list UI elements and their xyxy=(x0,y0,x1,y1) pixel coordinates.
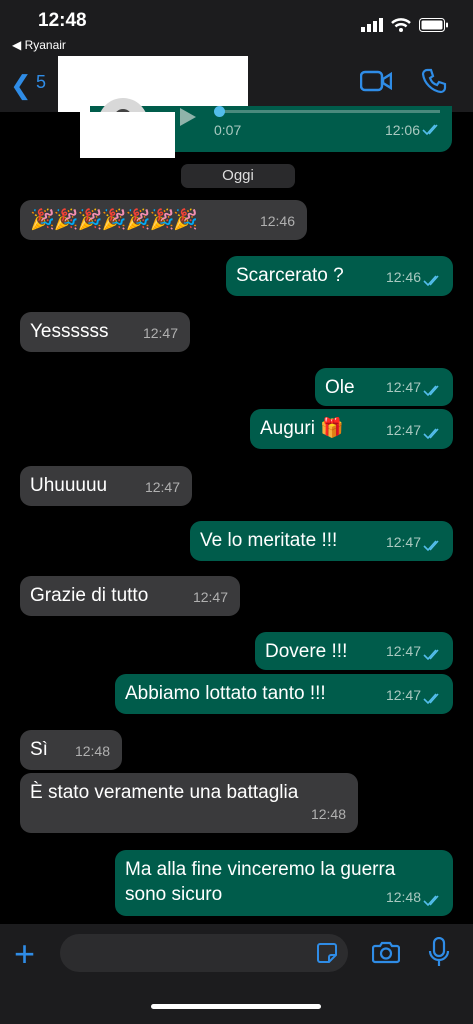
voice-duration: 0:07 xyxy=(214,122,242,138)
microphone-icon[interactable] xyxy=(428,937,450,967)
voice-call-button[interactable] xyxy=(421,68,447,99)
message-text: Ma alla fine vinceremo la guerra xyxy=(125,859,396,880)
message-text: È stato veramente una battaglia xyxy=(30,782,299,803)
status-bar: 12:48 ◀ Ryanair xyxy=(0,0,473,56)
message-bubble-incoming[interactable]: Yessssss 12:47 xyxy=(20,312,190,352)
message-text: Sì xyxy=(30,739,48,760)
home-indicator[interactable] xyxy=(151,1004,321,1009)
message-time: 12:47 xyxy=(144,479,180,495)
status-icons xyxy=(361,18,449,32)
message-bubble-incoming[interactable]: È stato veramente una battaglia 12:48 xyxy=(20,773,358,833)
message-time: 12:47 xyxy=(385,422,421,438)
message-bubble-outgoing[interactable]: Auguri 🎁 12:47 xyxy=(250,409,453,449)
message-composer: + xyxy=(0,924,473,1024)
read-receipt-icon xyxy=(423,649,439,661)
message-text: Abbiamo lottato tanto !!! xyxy=(125,683,326,704)
message-list[interactable]: 0:07 12:06 Oggi 🎉🎉🎉🎉🎉🎉🎉 12:46 Scarcerato… xyxy=(0,98,473,924)
message-text: Ole xyxy=(325,377,355,398)
message-time: 12:46 xyxy=(259,213,295,229)
message-bubble-incoming[interactable]: Sì 12:48 xyxy=(20,730,122,770)
unread-count[interactable]: 5 xyxy=(36,72,46,93)
message-time: 12:48 xyxy=(74,743,110,759)
redacted-contact-name xyxy=(58,56,248,112)
message-bubble-incoming[interactable]: Uhuuuuu 12:47 xyxy=(20,466,192,506)
message-text: Uhuuuuu xyxy=(30,475,108,496)
message-time: 12:46 xyxy=(385,269,421,285)
message-bubble-outgoing[interactable]: Abbiamo lottato tanto !!! 12:47 xyxy=(115,674,453,714)
back-chevron-icon[interactable]: ❮ xyxy=(10,70,32,101)
message-text: Grazie di tutto xyxy=(30,585,149,606)
play-icon[interactable] xyxy=(176,106,198,128)
battery-icon xyxy=(419,18,448,32)
message-time: 12:48 xyxy=(385,889,421,905)
wifi-icon xyxy=(391,18,411,32)
message-bubble-incoming[interactable]: Grazie di tutto 12:47 xyxy=(20,576,240,616)
message-bubble-outgoing[interactable]: Ve lo meritate !!! 12:47 xyxy=(190,521,453,561)
plus-icon[interactable]: + xyxy=(14,936,35,972)
message-bubble-outgoing[interactable]: Ma alla fine vinceremo la guerra sono si… xyxy=(115,850,453,916)
message-time: 12:47 xyxy=(192,589,228,605)
message-text: Dovere !!! xyxy=(265,641,348,662)
phone-icon xyxy=(421,68,447,94)
message-time: 12:47 xyxy=(385,379,421,395)
camera-icon[interactable] xyxy=(372,940,400,964)
clock: 12:48 xyxy=(38,10,87,31)
message-text: 🎉🎉🎉🎉🎉🎉🎉 xyxy=(30,209,198,231)
message-text: Yessssss xyxy=(30,321,109,342)
message-bubble-outgoing[interactable]: Dovere !!! 12:47 xyxy=(255,632,453,670)
message-text-line2: sono sicuro xyxy=(125,884,223,905)
message-time: 12:47 xyxy=(385,643,421,659)
message-text: Scarcerato ? xyxy=(236,265,344,286)
back-to-app-link[interactable]: ◀ Ryanair xyxy=(12,38,66,52)
message-bubble-incoming[interactable]: 🎉🎉🎉🎉🎉🎉🎉 12:46 xyxy=(20,200,307,240)
signal-icon xyxy=(361,18,383,32)
video-call-button[interactable] xyxy=(359,70,393,97)
message-bubble-outgoing[interactable]: Ole 12:47 xyxy=(315,368,453,406)
read-receipt-icon xyxy=(423,895,439,907)
read-receipt-icon xyxy=(423,540,439,552)
message-time: 12:06 xyxy=(384,122,420,138)
message-time: 12:48 xyxy=(310,806,346,822)
voice-progress-knob[interactable] xyxy=(214,106,225,117)
message-input[interactable] xyxy=(60,934,348,972)
read-receipt-icon xyxy=(423,693,439,705)
message-time: 12:47 xyxy=(385,534,421,550)
message-bubble-outgoing[interactable]: Scarcerato ? 12:46 xyxy=(226,256,453,296)
read-receipt-icon xyxy=(423,275,439,287)
chat-header: ❮ 5 xyxy=(0,56,473,112)
message-text: Auguri 🎁 xyxy=(260,418,344,439)
voice-progress-track[interactable] xyxy=(218,110,440,113)
message-time: 12:47 xyxy=(142,325,178,341)
read-receipt-icon xyxy=(422,124,438,136)
read-receipt-icon xyxy=(423,385,439,397)
sticker-icon[interactable] xyxy=(316,942,338,964)
date-separator: Oggi xyxy=(181,164,295,188)
read-receipt-icon xyxy=(423,428,439,440)
video-camera-icon xyxy=(359,70,393,92)
redacted-area xyxy=(80,112,175,158)
message-time: 12:47 xyxy=(385,687,421,703)
message-text: Ve lo meritate !!! xyxy=(200,530,338,551)
